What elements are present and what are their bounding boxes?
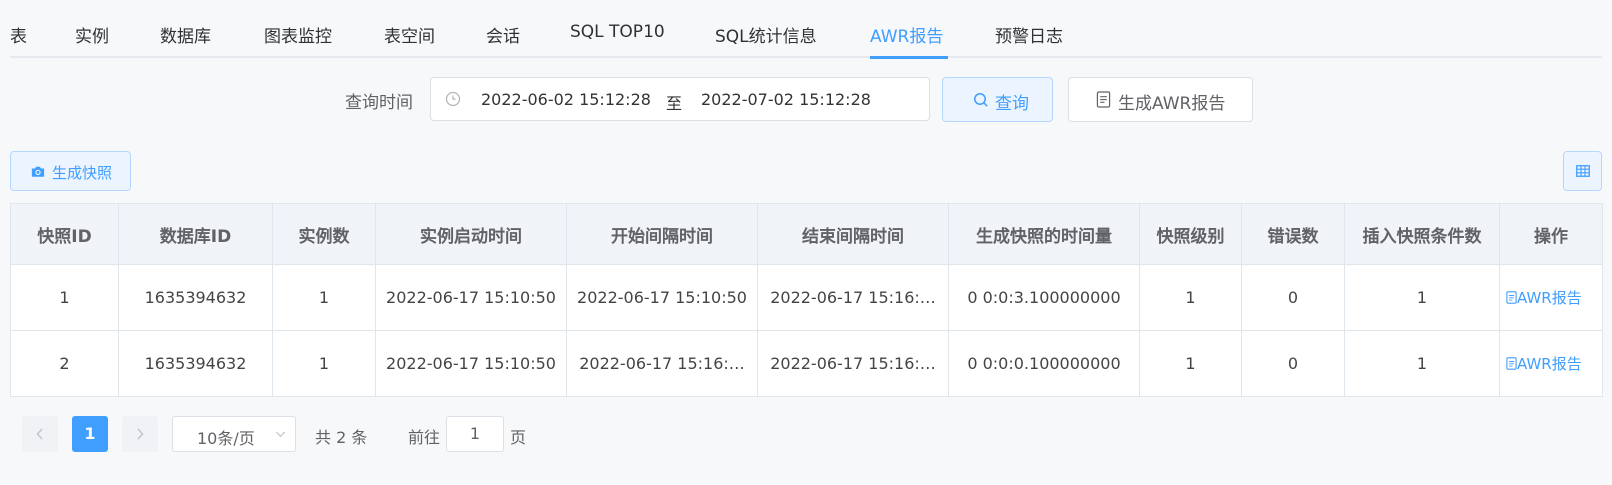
awr-report-link[interactable]: AWR报告: [1506, 289, 1582, 307]
date-range-picker[interactable]: 2022-06-02 15:12:28 至 2022-07-02 15:12:2…: [430, 77, 930, 121]
chevron-right-icon: [137, 428, 144, 440]
range-separator: 至: [666, 94, 683, 113]
column-header[interactable]: 快照级别: [1139, 203, 1242, 265]
generate-awr-button[interactable]: 生成AWR报告: [1068, 77, 1253, 122]
document-icon: [1506, 357, 1517, 370]
total-count: 共 2 条: [315, 428, 368, 447]
goto-label: 前往: [408, 428, 441, 447]
table-cell: 2022-06-17 15:10:50: [375, 264, 567, 331]
pagination: 1 10条/页 共 2 条 前往 1 页: [0, 416, 700, 452]
awr-report-link-label: AWR报告: [1517, 289, 1582, 307]
table-cell: 2022-06-17 15:10:50: [566, 264, 758, 331]
table-cell: 1635394632: [118, 330, 273, 397]
tab-database[interactable]: 数据库: [160, 22, 211, 47]
table-row[interactable]: 1 1635394632 1 2022-06-17 15:10:50 2022-…: [10, 264, 1603, 331]
awr-report-link[interactable]: AWR报告: [1506, 355, 1582, 373]
tab-table[interactable]: 表: [10, 22, 27, 47]
table-cell: 1: [1139, 264, 1242, 331]
table-cell: 1: [272, 264, 376, 331]
document-icon: [1506, 291, 1517, 304]
tab-tablespace[interactable]: 表空间: [384, 22, 435, 47]
tab-sql-top10[interactable]: SQL TOP10: [570, 22, 665, 42]
page-suffix: 页: [510, 428, 527, 447]
tab-sql-stats[interactable]: SQL统计信息: [715, 22, 817, 47]
table-cell-actions: AWR报告: [1499, 264, 1603, 331]
goto-page-input[interactable]: 1: [446, 416, 504, 452]
chevron-left-icon: [36, 428, 43, 440]
column-header[interactable]: 错误数: [1241, 203, 1345, 265]
tab-chart-monitor[interactable]: 图表监控: [264, 22, 332, 47]
table-cell-actions: AWR报告: [1499, 330, 1603, 397]
column-settings-button[interactable]: [1563, 151, 1602, 191]
column-header[interactable]: 开始间隔时间: [566, 203, 758, 265]
search-icon: [974, 93, 988, 107]
table-cell: 0 0:0:3.100000000: [948, 264, 1140, 331]
page-size-value: 10条/页: [197, 429, 255, 448]
column-header[interactable]: 实例数: [272, 203, 376, 265]
tab-alert-log[interactable]: 预警日志: [995, 22, 1063, 47]
table-cell: 1: [10, 264, 119, 331]
awr-report-link-label: AWR报告: [1517, 355, 1582, 373]
document-icon: [1096, 91, 1111, 108]
tab-session[interactable]: 会话: [486, 22, 520, 47]
column-header[interactable]: 实例启动时间: [375, 203, 567, 265]
table-cell: 1: [1139, 330, 1242, 397]
table-cell: 2: [10, 330, 119, 397]
camera-icon: [31, 166, 45, 177]
column-header[interactable]: 操作: [1499, 203, 1603, 265]
next-page-button[interactable]: [122, 416, 158, 452]
table-cell: 2022-06-17 15:16:…: [757, 330, 949, 397]
table-cell: 1: [1344, 330, 1500, 397]
tabs-divider: [10, 56, 1602, 58]
table-cell: 0: [1241, 330, 1345, 397]
table-cell: 2022-06-17 15:16:…: [757, 264, 949, 331]
column-header[interactable]: 数据库ID: [118, 203, 273, 265]
query-time-label: 查询时间: [345, 93, 413, 113]
generate-snapshot-button[interactable]: 生成快照: [10, 151, 131, 191]
column-header[interactable]: 快照ID: [10, 203, 119, 265]
nav-tabs: 表 实例 数据库 图表监控 表空间 会话 SQL TOP10 SQL统计信息 A…: [0, 0, 1612, 60]
clock-icon: [445, 91, 461, 107]
column-header[interactable]: 结束间隔时间: [757, 203, 949, 265]
page-size-select[interactable]: 10条/页: [172, 416, 296, 452]
range-start-value[interactable]: 2022-06-02 15:12:28: [481, 90, 651, 109]
table-icon: [1576, 165, 1590, 177]
active-tab-indicator: [870, 56, 948, 59]
page-number-current[interactable]: 1: [72, 416, 108, 452]
prev-page-button[interactable]: [22, 416, 58, 452]
table-cell: 2022-06-17 15:10:50: [375, 330, 567, 397]
table-cell: 1: [272, 330, 376, 397]
tab-instance[interactable]: 实例: [75, 22, 109, 47]
query-button[interactable]: 查询: [942, 77, 1053, 122]
snapshot-table: 快照ID 数据库ID 实例数 实例启动时间 开始间隔时间 结束间隔时间 生成快照…: [10, 203, 1603, 397]
tab-awr-report[interactable]: AWR报告: [870, 22, 943, 47]
table-cell: 1: [1344, 264, 1500, 331]
table-cell: 0: [1241, 264, 1345, 331]
generate-snapshot-label: 生成快照: [52, 164, 113, 182]
table-cell: 1635394632: [118, 264, 273, 331]
query-button-label: 查询: [995, 94, 1029, 114]
generate-awr-button-label: 生成AWR报告: [1118, 94, 1226, 114]
table-row[interactable]: 2 1635394632 1 2022-06-17 15:10:50 2022-…: [10, 330, 1603, 397]
column-header[interactable]: 生成快照的时间量: [948, 203, 1140, 265]
table-cell: 0 0:0:0.100000000: [948, 330, 1140, 397]
table-header-row: 快照ID 数据库ID 实例数 实例启动时间 开始间隔时间 结束间隔时间 生成快照…: [10, 203, 1603, 265]
chevron-down-icon: [275, 431, 286, 438]
table-cell: 2022-06-17 15:16:…: [566, 330, 758, 397]
column-header[interactable]: 插入快照条件数: [1344, 203, 1500, 265]
range-end-value[interactable]: 2022-07-02 15:12:28: [701, 90, 871, 109]
